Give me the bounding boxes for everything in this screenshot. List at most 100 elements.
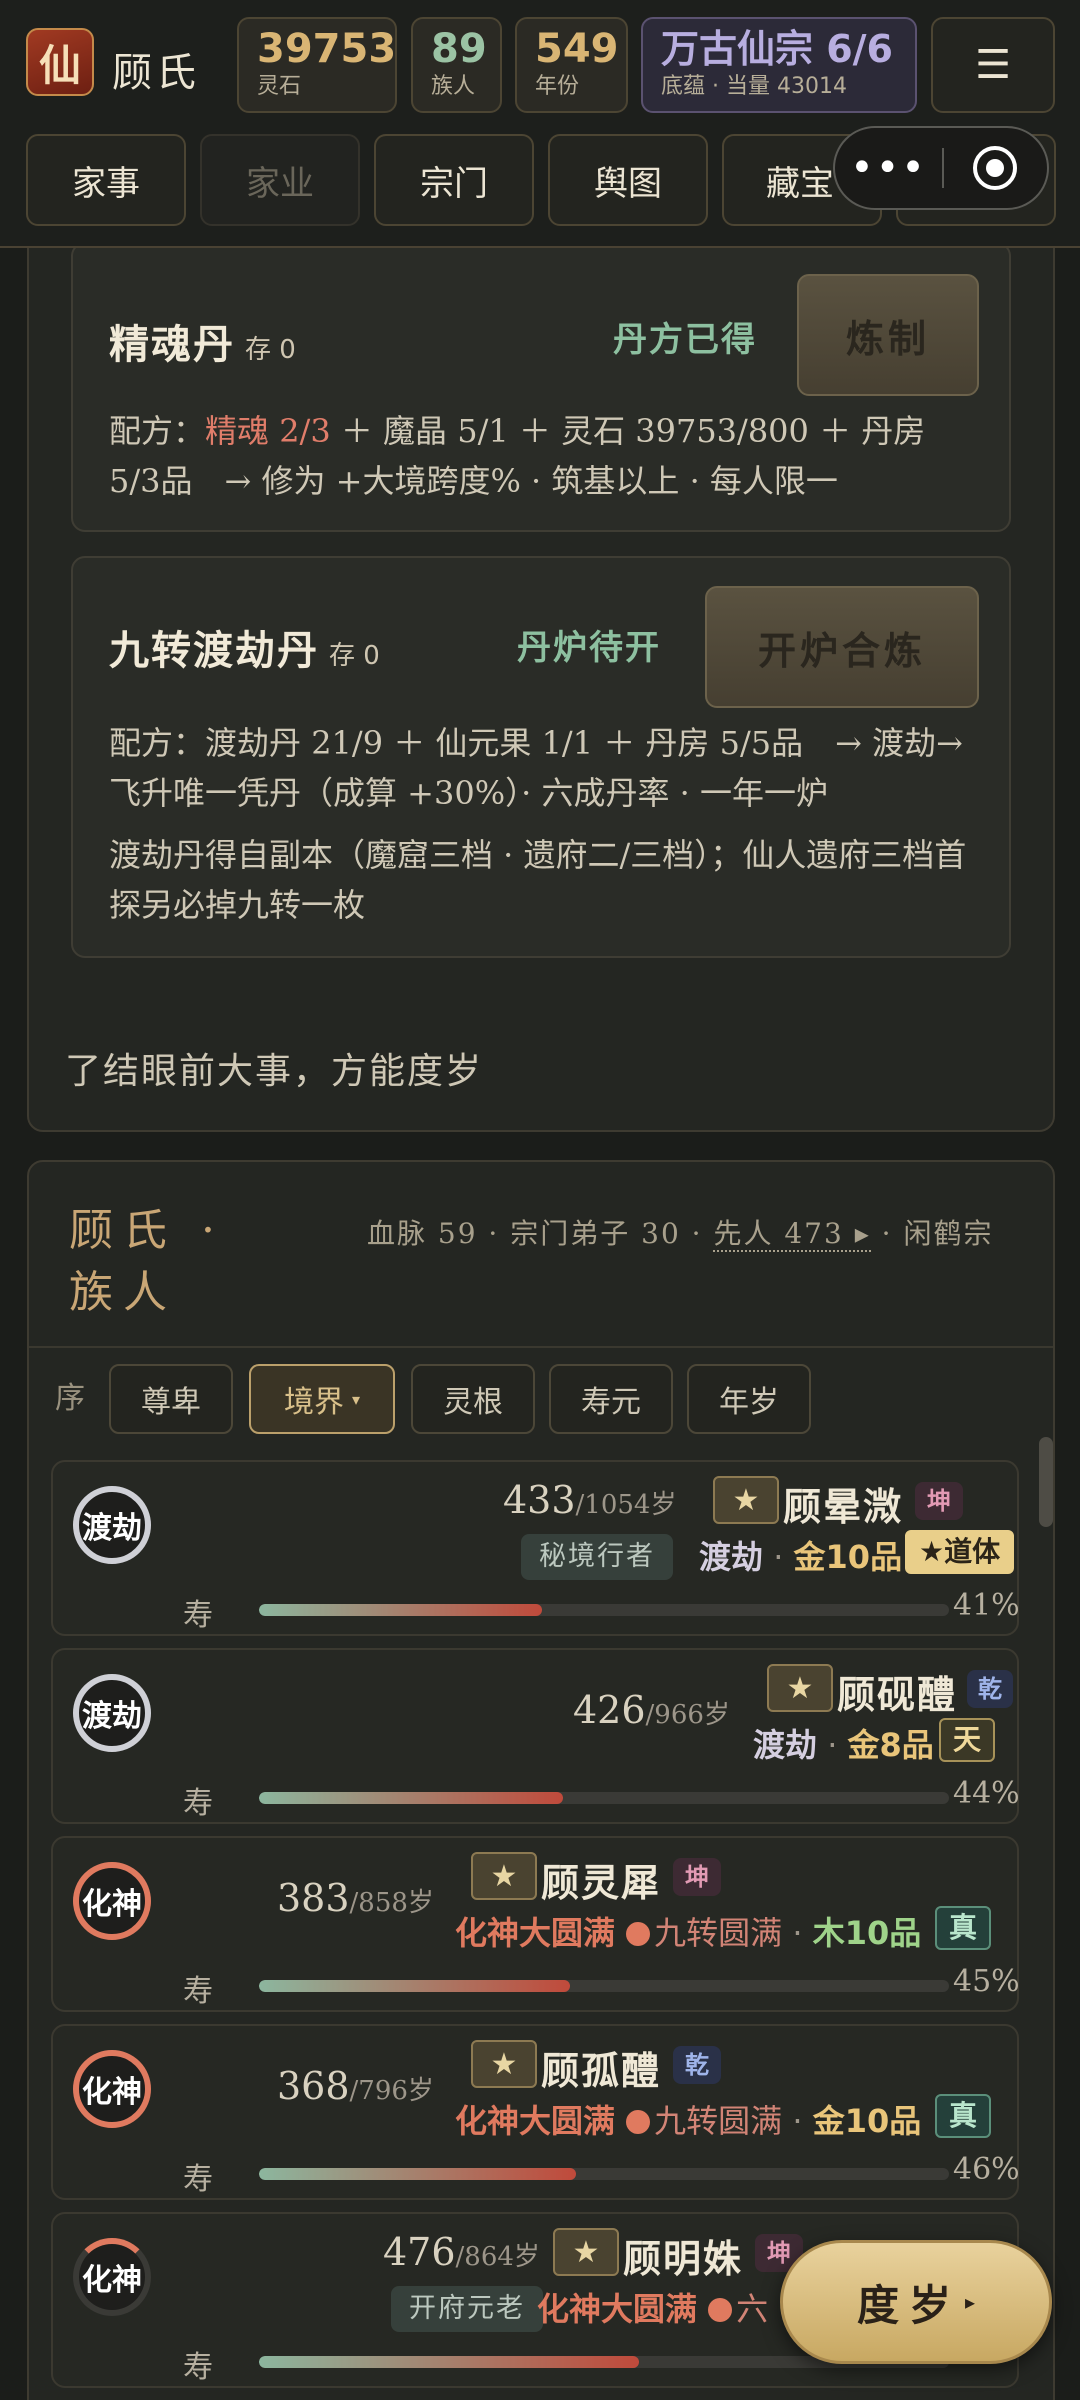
members-summary: 血脉 59 · 宗门弟子 30 · 先人 473 ▸ · 闲鹤宗 bbox=[367, 1217, 994, 1252]
lifespan-label: 寿 bbox=[183, 2350, 213, 2385]
lifespan-bar bbox=[259, 1604, 949, 1616]
member-realm: 化神大圆满 九转圆满 · 木10品 bbox=[455, 1914, 922, 1952]
sort-rank-button[interactable]: 尊卑 bbox=[109, 1364, 233, 1434]
recipe-name: 九转渡劫丹存 0 bbox=[109, 628, 380, 674]
menu-icon[interactable]: ☰ bbox=[931, 17, 1055, 113]
recipe-name: 精魂丹存 0 bbox=[109, 322, 296, 368]
star-icon[interactable]: ★ bbox=[767, 1664, 833, 1712]
advance-year-button[interactable]: 度岁 ▸ bbox=[780, 2240, 1052, 2364]
member-realm: 渡劫 · 金10品 bbox=[699, 1538, 903, 1576]
constitution-tag: ★道体 bbox=[905, 1530, 1015, 1574]
members-panel: 顾氏 · 族人 血脉 59 · 宗门弟子 30 · 先人 473 ▸ · 闲鹤宗… bbox=[27, 1160, 1055, 2400]
sort-label: 序 bbox=[55, 1381, 85, 1416]
lifespan-fill bbox=[259, 1980, 570, 1992]
recipe-stock: 存 0 bbox=[329, 641, 380, 671]
root-tag: 天 bbox=[939, 1718, 996, 1762]
recipe-formula: 配方：精魂 2/3 ＋ 魔晶 5/1 ＋ 灵石 39753/800 ＋ 丹房 5… bbox=[109, 412, 926, 500]
root-tag: 真 bbox=[935, 1906, 992, 1950]
member-title-chip: 开府元老 bbox=[391, 2286, 543, 2332]
realm-badge: 渡劫 bbox=[73, 1674, 151, 1752]
gender-badge: 坤 bbox=[673, 1858, 721, 1896]
member-name: 顾灵犀 bbox=[541, 1861, 662, 1905]
alchemy-panel: 精魂丹存 0 丹方已得 炼制 配方：精魂 2/3 ＋ 魔晶 5/1 ＋ 灵石 3… bbox=[27, 180, 1055, 1132]
member-name: 顾孤醴 bbox=[541, 2049, 662, 2093]
member-name: 顾砚醴 bbox=[837, 1673, 958, 1717]
member-age: 476/864岁 bbox=[383, 2230, 540, 2274]
recipe-status: 丹炉待开 bbox=[517, 628, 661, 668]
member-age: 433/1054岁 bbox=[503, 1478, 677, 1522]
tab-sect[interactable]: 宗门 bbox=[374, 134, 534, 226]
tab-family-business[interactable]: 家业 bbox=[200, 134, 360, 226]
member-card[interactable]: 化神 383/858岁 ★ 顾灵犀 坤 化神大圆满 九转圆满 · 木10品 真 … bbox=[51, 1836, 1020, 2012]
sort-lifespan-button[interactable]: 寿元 bbox=[549, 1364, 673, 1434]
member-age: 383/858岁 bbox=[277, 1876, 434, 1920]
lifespan-percent: 44% bbox=[953, 1776, 1020, 1811]
recipe-status: 丹方已得 bbox=[613, 320, 757, 360]
clan-logo: 仙 bbox=[26, 28, 94, 96]
realm-badge: 化神 bbox=[73, 2238, 151, 2316]
lifespan-percent: 45% bbox=[953, 1964, 1020, 1999]
gender-badge: 坤 bbox=[915, 1482, 963, 1520]
lifespan-bar bbox=[259, 1980, 949, 1992]
divider bbox=[29, 1346, 1053, 1348]
recipe-card: 精魂丹存 0 丹方已得 炼制 配方：精魂 2/3 ＋ 魔晶 5/1 ＋ 灵石 3… bbox=[71, 242, 1011, 532]
chevron-down-icon: ▾ bbox=[351, 1389, 361, 1409]
member-realm: 化神大圆满 九转圆满 · 金10品 bbox=[455, 2102, 922, 2140]
member-card[interactable]: 化神 368/796岁 ★ 顾孤醴 乾 化神大圆满 九转圆满 · 金10品 真 … bbox=[51, 2024, 1020, 2200]
recipe-formula: 配方：渡劫丹 21/9 ＋ 仙元果 1/1 ＋ 丹房 5/5品 → 渡劫→飞升唯… bbox=[109, 724, 963, 812]
clan-name: 顾氏 bbox=[112, 50, 200, 96]
member-realm: 化神大圆满 六 bbox=[537, 2290, 769, 2328]
lifespan-percent: 41% bbox=[953, 1588, 1020, 1623]
stat-year: 549 年份 bbox=[515, 17, 628, 113]
star-icon[interactable]: ★ bbox=[713, 1476, 779, 1524]
star-icon[interactable]: ★ bbox=[553, 2228, 619, 2276]
tab-family-affairs[interactable]: 家事 bbox=[26, 134, 186, 226]
lifespan-bar bbox=[259, 2168, 949, 2180]
stat-members: 89 族人 bbox=[411, 17, 502, 113]
member-card[interactable]: 渡劫 426/966岁 ★ 顾砚醴 乾 渡劫 · 金8品 天 寿 44% bbox=[51, 1648, 1020, 1824]
sort-age-button[interactable]: 年岁 bbox=[687, 1364, 811, 1434]
sort-realm-button[interactable]: 境界 ▾ bbox=[249, 1364, 395, 1434]
lifespan-fill bbox=[259, 2168, 577, 2180]
gender-badge: 乾 bbox=[967, 1670, 1013, 1708]
lifespan-percent: 46% bbox=[953, 2152, 1020, 2187]
lifespan-label: 寿 bbox=[183, 1598, 213, 1633]
realm-badge: 渡劫 bbox=[73, 1486, 151, 1564]
stat-spirit-stones: 39753 灵石 bbox=[237, 17, 397, 113]
more-icon[interactable]: ••• bbox=[835, 148, 942, 188]
members-title: 顾氏 · 族人 bbox=[69, 1205, 225, 1318]
top-bar: 仙 顾氏 39753 灵石 89 族人 549 年份 万古仙宗 6/6 底蕴 ·… bbox=[0, 0, 1080, 248]
year-advance-hint: 了结眼前大事，方能度岁 bbox=[65, 1051, 484, 1092]
root-tag: 真 bbox=[935, 2094, 992, 2138]
member-age: 368/796岁 bbox=[277, 2064, 434, 2108]
member-age: 426/966岁 bbox=[573, 1688, 730, 1732]
miniapp-capsule: ••• bbox=[833, 126, 1049, 210]
lifespan-fill bbox=[259, 1792, 563, 1804]
play-arrow-icon: ▸ bbox=[964, 2290, 976, 2314]
open-furnace-button[interactable]: 开炉合炼 bbox=[705, 586, 979, 708]
scrollbar[interactable] bbox=[1039, 1437, 1053, 1527]
star-icon[interactable]: ★ bbox=[471, 1852, 537, 1900]
recipe-note: 渡劫丹得自副本（魔窟三档 · 遗府二/三档）；仙人遗府三档首探另必掉九转一枚 bbox=[109, 836, 967, 924]
tab-map[interactable]: 舆图 bbox=[548, 134, 708, 226]
gender-badge: 乾 bbox=[673, 2046, 721, 2084]
lifespan-label: 寿 bbox=[183, 1974, 213, 2009]
lifespan-bar bbox=[259, 1792, 949, 1804]
member-card[interactable]: 渡劫 433/1054岁 秘境行者 ★ 顾晕溦 坤 渡劫 · 金10品 ★道体 … bbox=[51, 1460, 1020, 1636]
sect-card[interactable]: 万古仙宗 6/6 底蕴 · 当量 43014 bbox=[641, 17, 917, 113]
refine-button[interactable]: 炼制 bbox=[797, 274, 979, 396]
member-name: 顾晕溦 bbox=[783, 1485, 904, 1529]
lifespan-fill bbox=[259, 1604, 542, 1616]
close-target-icon[interactable] bbox=[944, 146, 1047, 190]
star-icon[interactable]: ★ bbox=[471, 2040, 537, 2088]
ancestors-link[interactable]: 先人 473 ▸ bbox=[713, 1217, 871, 1252]
lifespan-fill bbox=[259, 2356, 639, 2368]
lifespan-label: 寿 bbox=[183, 1786, 213, 1821]
realm-badge: 化神 bbox=[73, 1862, 151, 1940]
recipe-stock: 存 0 bbox=[245, 335, 296, 365]
sort-root-button[interactable]: 灵根 bbox=[411, 1364, 535, 1434]
realm-badge: 化神 bbox=[73, 2050, 151, 2128]
lifespan-label: 寿 bbox=[183, 2162, 213, 2197]
member-realm: 渡劫 · 金8品 bbox=[753, 1726, 934, 1764]
recipe-card: 九转渡劫丹存 0 丹炉待开 开炉合炼 配方：渡劫丹 21/9 ＋ 仙元果 1/1… bbox=[71, 556, 1011, 958]
